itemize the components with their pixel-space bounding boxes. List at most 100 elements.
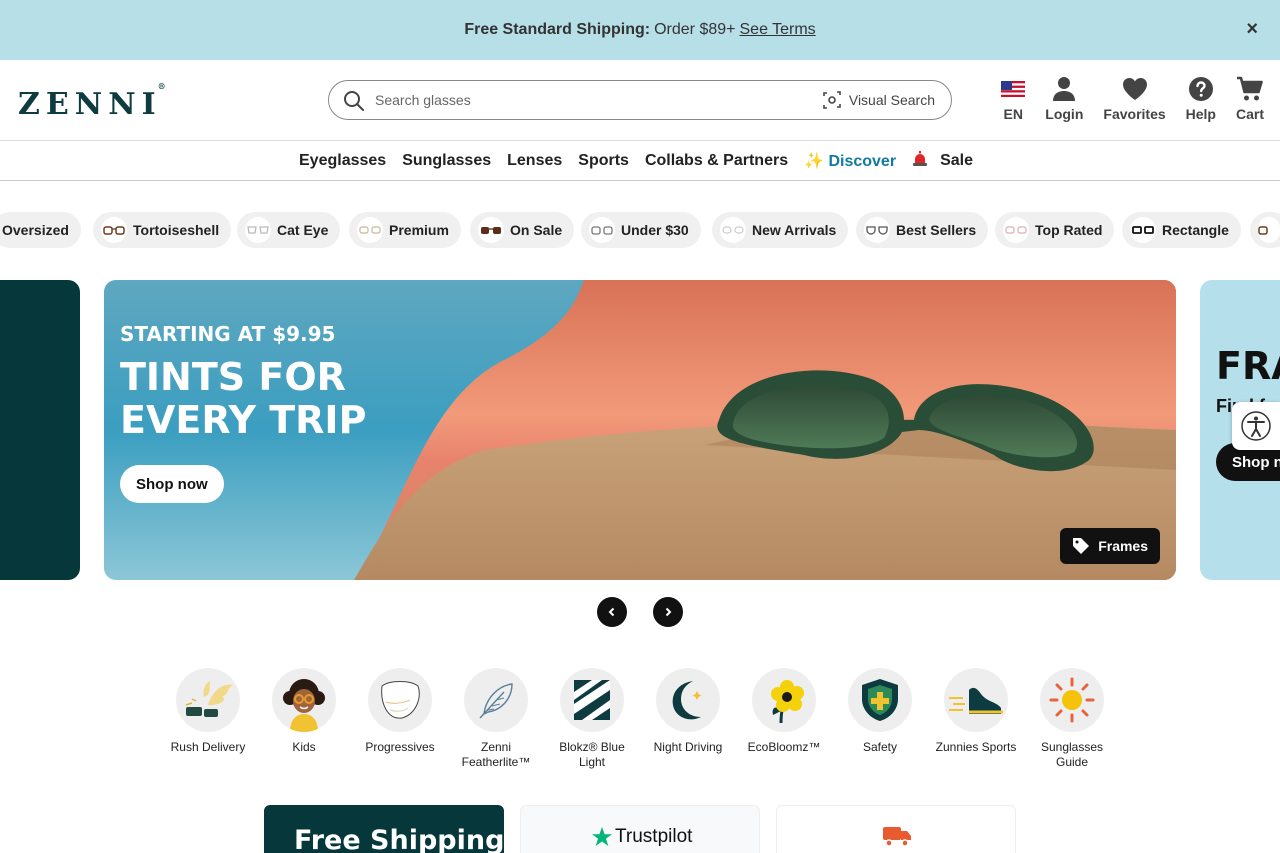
close-icon[interactable]: ×	[1246, 18, 1258, 41]
glasses-icon	[101, 217, 127, 243]
pill-top-rated[interactable]: Top Rated	[995, 212, 1115, 248]
main-nav: Eyeglasses Sunglasses Lenses Sports Coll…	[0, 141, 1280, 181]
kid-avatar-icon	[283, 679, 325, 732]
delivery-card[interactable]	[776, 805, 1016, 853]
visual-search-button[interactable]: Visual Search	[823, 91, 935, 109]
flower-icon	[771, 680, 804, 724]
announcement-bold: Free Standard Shipping:	[464, 21, 651, 38]
glasses-icon	[1003, 217, 1029, 243]
category-label: Night Driving	[653, 740, 723, 754]
camera-scan-icon	[823, 91, 841, 109]
nav-discover[interactable]: ✨ Discover	[804, 151, 896, 171]
pill-label: Top Rated	[1035, 222, 1103, 238]
frames-tag[interactable]: Frames	[1060, 528, 1160, 564]
nav-sunglasses[interactable]: Sunglasses	[402, 152, 491, 170]
free-shipping-title: Free Shipping	[294, 825, 504, 853]
winged-glasses-icon	[185, 681, 233, 717]
category-ecobloomz[interactable]: EcoBloomz™	[736, 668, 832, 770]
nav-sale[interactable]: Sale	[912, 151, 981, 170]
pill-on-sale[interactable]: On Sale	[470, 212, 575, 248]
category-zunnies-sports[interactable]: Zunnies Sports	[928, 668, 1024, 770]
glasses-icon	[1258, 217, 1280, 243]
visual-search-label: Visual Search	[848, 92, 935, 108]
nav-collabs[interactable]: Collabs & Partners	[645, 152, 788, 170]
trustpilot-card[interactable]: Trustpilot	[520, 805, 760, 853]
category-label: Blokz® Blue Light	[559, 740, 625, 769]
hero-title: TINTS FOR EVERY TRIP	[120, 355, 367, 442]
language-selector[interactable]: EN	[1001, 76, 1026, 122]
pill-tortoiseshell[interactable]: Tortoiseshell	[93, 212, 232, 248]
moon-icon	[672, 681, 702, 720]
pill-partial[interactable]	[1250, 212, 1280, 248]
user-icon	[1053, 77, 1076, 101]
frames-tag-label: Frames	[1098, 538, 1148, 554]
pill-premium[interactable]: Premium	[349, 212, 461, 248]
category-kids[interactable]: Kids	[256, 668, 352, 770]
accessibility-icon	[1241, 411, 1271, 441]
tag-icon	[1073, 538, 1090, 554]
pill-label: Oversized	[2, 222, 69, 238]
glasses-icon	[245, 217, 271, 243]
category-rush-delivery[interactable]: Rush Delivery	[160, 668, 256, 770]
category-label: Progressives	[365, 740, 435, 754]
login-button[interactable]: Login	[1045, 76, 1083, 122]
search-icon[interactable]	[343, 90, 365, 112]
category-safety[interactable]: Safety	[832, 668, 928, 770]
glasses-icon	[357, 217, 383, 243]
category-label: Zunnies Sports	[935, 740, 1017, 754]
pill-oversized[interactable]: Oversized	[0, 212, 81, 248]
hero-banner[interactable]: STARTING AT $9.95 TINTS FOR EVERY TRIP Sh…	[104, 280, 1176, 580]
pill-new-arrivals[interactable]: New Arrivals	[712, 212, 849, 248]
search-input[interactable]	[375, 89, 795, 111]
heart-icon	[1122, 78, 1147, 100]
carousel-next-button[interactable]	[653, 597, 683, 627]
zenni-logo[interactable]: ZENNI®	[18, 81, 170, 122]
pill-label: Rectangle	[1162, 222, 1229, 238]
nav-eyeglasses[interactable]: Eyeglasses	[299, 152, 386, 170]
category-label: Zenni Featherlite™	[461, 740, 531, 769]
category-sunglasses-guide[interactable]: Sunglasses Guide	[1024, 668, 1120, 770]
search-bar: Visual Search	[328, 80, 952, 120]
free-shipping-card[interactable]: Free Shipping	[264, 805, 504, 853]
cart-icon	[1236, 76, 1263, 101]
chevron-right-icon	[665, 607, 672, 617]
pill-rectangle[interactable]: Rectangle	[1122, 212, 1241, 248]
category-featherlite[interactable]: Zenni Featherlite™	[448, 668, 544, 770]
category-blokz[interactable]: Blokz® Blue Light	[544, 668, 640, 770]
pill-label: Under $30	[621, 222, 689, 238]
category-label: Safety	[862, 740, 898, 754]
pill-label: New Arrivals	[752, 222, 837, 238]
nav-lenses[interactable]: Lenses	[507, 152, 562, 170]
help-button[interactable]: Help	[1186, 76, 1216, 122]
next-slide-title: FRA	[1216, 344, 1280, 388]
category-label: Sunglasses Guide	[1040, 740, 1104, 769]
cart-button[interactable]: Cart	[1236, 76, 1264, 122]
announcement-bar: Free Standard Shipping: Order $89+ See T…	[0, 0, 1280, 60]
pill-label: Best Sellers	[896, 222, 977, 238]
shop-now-button[interactable]: Shop now	[120, 465, 224, 503]
pill-label: Premium	[389, 222, 449, 238]
pill-best-sellers[interactable]: Best Sellers	[856, 212, 989, 248]
style-pills: Oversized Tortoiseshell Cat Eye Premium …	[0, 212, 1280, 248]
us-flag-icon	[1001, 81, 1026, 97]
progressive-lens-icon	[381, 681, 420, 719]
see-terms-link[interactable]: See Terms	[740, 21, 816, 39]
accessibility-button[interactable]	[1232, 402, 1280, 450]
trustpilot-star-icon	[592, 827, 612, 846]
glasses-icon	[1130, 217, 1156, 243]
cart-label: Cart	[1235, 106, 1264, 122]
glasses-icon	[478, 217, 504, 243]
category-night-driving[interactable]: Night Driving	[640, 668, 736, 770]
pill-under-30[interactable]: Under $30	[581, 212, 701, 248]
pill-cat-eye[interactable]: Cat Eye	[237, 212, 341, 248]
previous-slide-peek[interactable]	[0, 280, 80, 580]
category-progressives[interactable]: Progressives	[352, 668, 448, 770]
pill-label: Tortoiseshell	[133, 222, 220, 238]
carousel-prev-button[interactable]	[597, 597, 627, 627]
glasses-icon	[720, 217, 746, 243]
site-header: ZENNI® Visual Search EN Login Favorites …	[0, 60, 1280, 141]
category-shortcuts: Rush Delivery Kids Progressives Zenni Fe…	[160, 668, 1120, 770]
favorites-button[interactable]: Favorites	[1103, 76, 1166, 122]
feather-icon	[479, 683, 513, 719]
nav-sports[interactable]: Sports	[578, 152, 629, 170]
